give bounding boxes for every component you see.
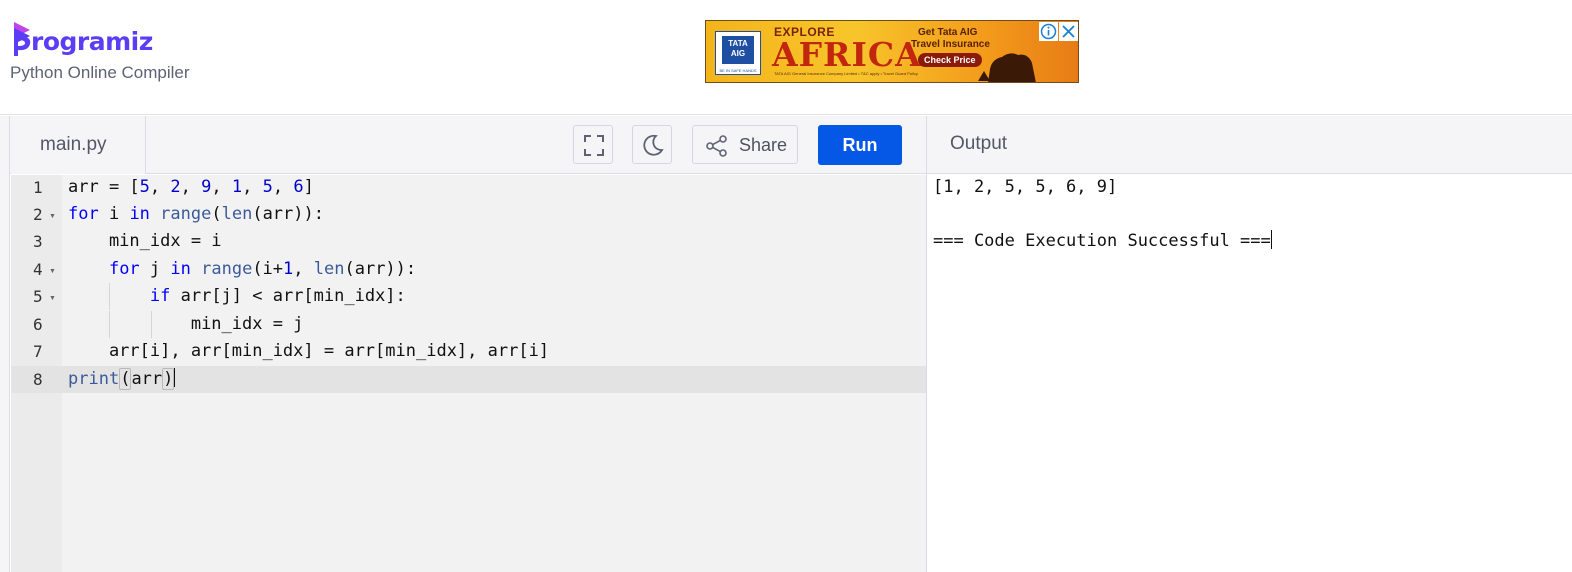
output-line: [1, 2, 5, 5, 6, 9] — [933, 177, 1118, 197]
code-text: arr[i], arr[min_idx] = arr[min_idx], arr… — [68, 341, 550, 361]
left-sidebar-strip — [0, 116, 10, 572]
run-label: Run — [842, 135, 878, 155]
code-line[interactable]: 3 min_idx = i — [11, 228, 926, 255]
text-cursor — [174, 368, 176, 387]
code-line[interactable]: 5 ▼ if arr[j] < arr[min_idx]: — [11, 283, 926, 310]
code-line[interactable]: 6 min_idx = j — [11, 311, 926, 338]
logo-text: rogramiz — [31, 27, 153, 56]
code-line[interactable]: 7 arr[i], arr[min_idx] = arr[min_idx], a… — [11, 338, 926, 365]
ad-fine-print: TATA AIG General Insurance Company Limit… — [774, 71, 918, 76]
moon-icon — [643, 134, 664, 156]
fold-arrow-icon[interactable]: ▼ — [49, 268, 56, 275]
line-number: 6 — [33, 315, 43, 334]
line-number: 8 — [33, 370, 43, 389]
code-line[interactable]: 1 arr = [5, 2, 9, 1, 5, 6] — [11, 174, 926, 201]
ad-brand-name: TATA AIG — [722, 36, 754, 64]
ad-offer-line2: Travel Insurance — [911, 39, 990, 50]
code-line[interactable]: 4 ▼ for j in range(i+1, len(arr)): — [11, 256, 926, 283]
code-text: if arr[j] < arr[min_idx]: — [149, 286, 406, 306]
line-number: 1 — [33, 178, 43, 197]
expand-icon — [584, 135, 604, 156]
output-line-status: === Code Execution Successful === — [933, 230, 1272, 251]
ad-brand-tag: BE IN SAFE HANDS — [719, 68, 757, 73]
line-number: 3 — [33, 232, 43, 251]
fold-arrow-icon[interactable]: ▼ — [49, 213, 56, 220]
share-button[interactable]: Share — [692, 125, 798, 164]
ad-brand-logo: TATA AIG BE IN SAFE HANDS — [715, 31, 761, 75]
ad-headline: AFRICA — [772, 35, 922, 74]
code-text: arr = [5, 2, 9, 1, 5, 6] — [68, 177, 314, 197]
fold-arrow-icon[interactable]: ▼ — [49, 295, 56, 302]
ad-close-icon[interactable] — [1059, 22, 1078, 41]
ad-check-price-button[interactable]: Check Price — [918, 53, 982, 67]
line-number: 7 — [33, 342, 43, 361]
share-icon — [706, 135, 727, 157]
fullscreen-button[interactable] — [573, 125, 613, 164]
ad-offer-line1: Get Tata AIG — [918, 27, 978, 38]
run-button[interactable]: Run — [818, 125, 902, 165]
code-line[interactable]: 2 ▼ for i in range(len(arr)): — [11, 201, 926, 228]
code-text: min_idx = i — [68, 231, 222, 251]
logo-mark-icon — [12, 22, 34, 58]
output-title: Output — [950, 133, 1008, 154]
share-label: Share — [739, 135, 788, 155]
page-subtitle: Python Online Compiler — [10, 63, 190, 82]
ad-info-icon[interactable] — [1039, 22, 1058, 41]
code-text: for i in range(len(arr)): — [68, 204, 324, 224]
site-header: rogramiz Python Online Compiler TATA AIG… — [0, 0, 1572, 115]
code-line-active[interactable]: 8 print(arr) — [11, 366, 926, 393]
code-text: for j in range(i+1, len(arr)): — [108, 259, 417, 279]
code-text: print(arr) — [68, 368, 176, 390]
advertisement-banner[interactable]: TATA AIG BE IN SAFE HANDS EXPLORE AFRICA… — [705, 20, 1079, 83]
output-cursor — [1270, 230, 1272, 249]
programiz-logo[interactable]: rogramiz — [12, 18, 153, 58]
code-text: min_idx = j — [190, 314, 304, 334]
file-tab-main-py[interactable]: main.py — [11, 116, 146, 174]
dark-mode-toggle[interactable] — [632, 125, 672, 164]
file-tab-label: main.py — [40, 134, 107, 155]
